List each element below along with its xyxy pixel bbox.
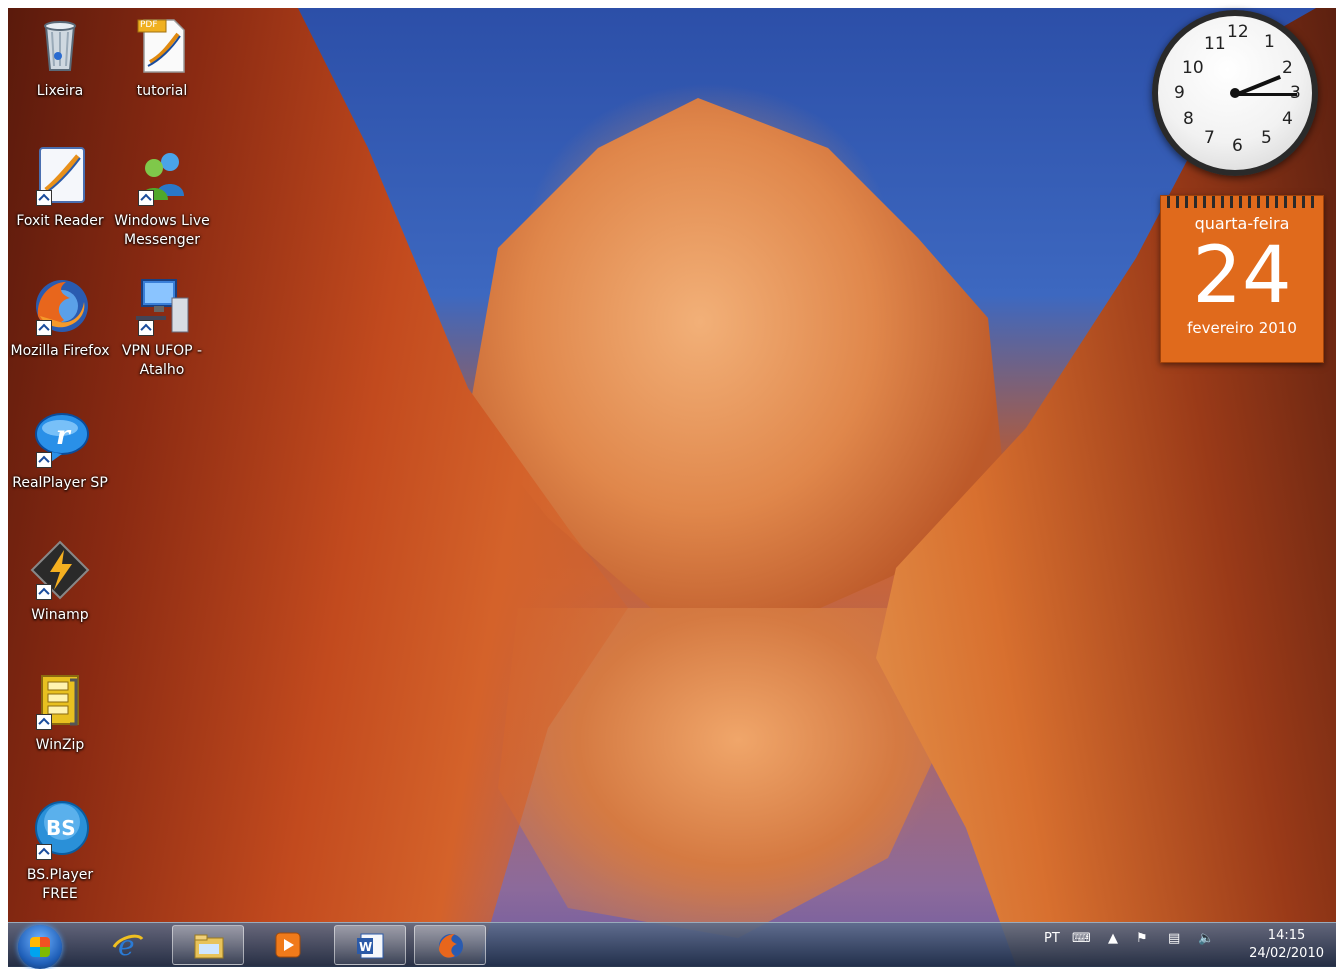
calendar-month-year: fevereiro 2010: [1187, 319, 1297, 337]
calendar-rings: [1167, 196, 1317, 208]
shortcut-arrow-icon: [36, 452, 52, 468]
clock-number: 1: [1264, 32, 1275, 52]
folder-icon: [194, 934, 224, 959]
clock-number: 2: [1282, 58, 1293, 78]
desktop-icon-lixeira[interactable]: Lixeira: [10, 16, 110, 101]
desktop-icon-label: Mozilla Firefox: [10, 343, 110, 359]
winzip-icon: [30, 670, 90, 730]
calendar-gadget[interactable]: quarta-feira 24 fevereiro 2010: [1160, 195, 1324, 363]
clock-number: 11: [1204, 34, 1226, 54]
system-date: 24/02/2010: [1249, 946, 1324, 961]
shortcut-arrow-icon: [138, 320, 154, 336]
network-icon[interactable]: ▤: [1168, 931, 1180, 946]
taskbar-pinned-word[interactable]: W: [334, 925, 406, 965]
clock-number: 5: [1261, 128, 1272, 148]
clock-minute-hand: [1235, 93, 1297, 96]
shortcut-arrow-icon: [138, 190, 154, 206]
desktop-icon-vpn-ufop[interactable]: VPN UFOP - Atalho: [112, 276, 212, 380]
svg-text:r: r: [56, 421, 72, 451]
desktop-icon-foxit-reader[interactable]: Foxit Reader: [10, 146, 110, 231]
taskbar-pinned-ie[interactable]: e: [92, 925, 164, 965]
desktop-icon-label: RealPlayer SP: [12, 475, 108, 491]
realplayer-icon: r: [30, 408, 90, 468]
desktop-icon-winzip[interactable]: WinZip: [10, 670, 110, 755]
media-player-icon: [275, 932, 301, 958]
messenger-icon: [132, 146, 192, 206]
clock-gadget[interactable]: 12 1 2 3 4 5 6 7 8 9 10 11: [1152, 10, 1318, 176]
desktop-icon-mozilla-firefox[interactable]: Mozilla Firefox: [10, 276, 110, 361]
clock-number: 6: [1232, 136, 1243, 156]
desktop-icon-label: VPN UFOP - Atalho: [121, 343, 203, 378]
clock-number: 8: [1183, 109, 1194, 129]
shortcut-arrow-icon: [36, 320, 52, 336]
clock-number: 4: [1282, 109, 1293, 129]
clock-number: 12: [1227, 22, 1249, 42]
volume-icon[interactable]: 🔈: [1198, 931, 1214, 946]
ie-icon: e: [112, 931, 144, 959]
bsplayer-icon: BS: [30, 800, 90, 860]
system-clock[interactable]: 14:15 24/02/2010: [1249, 927, 1324, 963]
desktop-icon-label: tutorial: [136, 83, 188, 99]
desktop-icon-label: Foxit Reader: [16, 213, 104, 229]
clock-number: 7: [1204, 128, 1215, 148]
calendar-day: 24: [1192, 231, 1292, 321]
desktop-icon-windows-live-messenger[interactable]: Windows Live Messenger: [112, 146, 212, 250]
word-icon: W: [357, 933, 384, 959]
shortcut-arrow-icon: [36, 584, 52, 600]
taskbar-pinned-explorer[interactable]: [172, 925, 244, 965]
taskbar-pinned-media-player[interactable]: [252, 925, 324, 965]
desktop-icon-winamp[interactable]: Winamp: [10, 540, 110, 625]
show-hidden-icons-icon[interactable]: ▲: [1108, 931, 1118, 946]
system-time: 14:15: [1267, 928, 1306, 943]
action-center-flag-icon[interactable]: ⚑: [1136, 931, 1148, 946]
desktop-icon-label: WinZip: [35, 737, 85, 753]
pdf-badge: PDF: [140, 20, 158, 30]
desktop-icon-realplayer[interactable]: r RealPlayer SP: [10, 408, 110, 493]
desktop-icon-label: Winamp: [31, 607, 89, 623]
shortcut-arrow-icon: [36, 714, 52, 730]
taskbar-pinned-firefox[interactable]: [414, 925, 486, 965]
taskbar: e W PT ⌨ ▲ ⚑ ▤ 🔈 14:15 24/02/2010: [8, 922, 1336, 969]
clock-number: 9: [1174, 83, 1185, 103]
desktop-icon-tutorial[interactable]: PDF tutorial: [112, 16, 212, 101]
bsplayer-badge: BS: [46, 816, 76, 840]
shortcut-arrow-icon: [36, 190, 52, 206]
pdf-file-icon: PDF: [132, 16, 192, 76]
winamp-icon: [30, 540, 90, 600]
clock-center-pin: [1230, 88, 1240, 98]
desktop-icon-label: BS.Player FREE: [26, 867, 94, 902]
keyboard-icon[interactable]: ⌨: [1072, 931, 1091, 946]
firefox-icon: [30, 276, 90, 336]
windows-logo-icon: [30, 937, 50, 957]
shortcut-arrow-icon: [36, 844, 52, 860]
network-computer-icon: [132, 276, 192, 336]
language-indicator[interactable]: PT: [1044, 931, 1060, 946]
firefox-icon: [439, 934, 463, 958]
desktop-icon-bsplayer[interactable]: BS BS.Player FREE: [10, 800, 110, 904]
foxit-reader-icon: [30, 146, 90, 206]
start-button[interactable]: [18, 925, 62, 969]
desktop-icon-label: Lixeira: [36, 83, 84, 99]
recycle-bin-icon: [30, 16, 90, 76]
svg-text:W: W: [359, 940, 372, 954]
clock-number: 10: [1182, 58, 1204, 78]
desktop-icon-label: Windows Live Messenger: [114, 213, 210, 248]
